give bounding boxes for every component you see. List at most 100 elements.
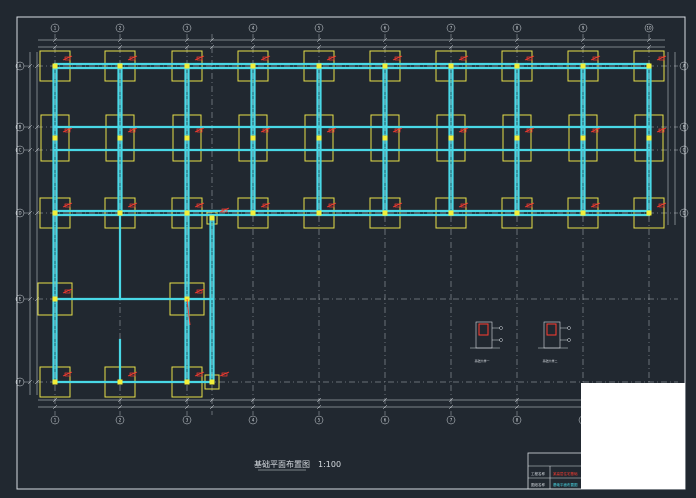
column [117, 210, 123, 216]
rebar-leader [326, 127, 337, 133]
rebar-leader [62, 288, 73, 294]
tb-project-label: 工程名称 [531, 471, 545, 476]
column [184, 63, 190, 69]
column [580, 210, 586, 216]
column [646, 135, 652, 141]
rebar-leader [62, 127, 73, 133]
column [52, 296, 58, 302]
column [117, 63, 123, 69]
column [448, 135, 454, 141]
rebar-leader [458, 202, 469, 208]
row-axis-label: C [683, 148, 686, 153]
column [448, 63, 454, 69]
column-axis-label: 7 [450, 26, 453, 31]
rebar-leader [656, 127, 667, 133]
column-axis-label: 3 [186, 26, 189, 31]
column-axis-label: 4 [252, 418, 255, 423]
column [382, 135, 388, 141]
rebar-leader [590, 127, 601, 133]
column-axis-label: 6 [384, 26, 387, 31]
rebar-leader [392, 202, 403, 208]
column [52, 135, 58, 141]
rebar-leader [127, 371, 138, 377]
drawing-scale: 1:100 [318, 460, 341, 469]
column-axis-label: 8 [516, 26, 519, 31]
rebar-leader [656, 202, 667, 208]
rebar-leader [326, 55, 337, 61]
row-axis-label: A [19, 64, 22, 69]
column [184, 210, 190, 216]
grade-beams [52, 62, 652, 384]
column [448, 210, 454, 216]
rebar-leader [194, 371, 205, 377]
column-axis-label: 10 [646, 26, 652, 31]
rebar-leader [260, 55, 271, 61]
rebar-leader [194, 127, 205, 133]
column [250, 210, 256, 216]
column [514, 210, 520, 216]
row-axis-label: B [19, 125, 22, 130]
column [117, 379, 123, 385]
column-axis-label: 5 [318, 418, 321, 423]
rebar-leader [62, 55, 73, 61]
column-axis-label: 5 [318, 26, 321, 31]
cad-viewport[interactable]: 1122334455667788991010AABBCCDDEF 基础大样一 基… [0, 0, 696, 498]
column-axis-label: 6 [384, 418, 387, 423]
dimension-lines [27, 37, 676, 410]
rebar-leader [656, 55, 667, 61]
rebar-leader [524, 202, 535, 208]
footing-detail-2: 基础大样二 [538, 321, 571, 363]
footing-pads [37, 50, 665, 398]
row-axis-label: D [682, 211, 685, 216]
column [209, 379, 215, 385]
rebar-leader [326, 202, 337, 208]
row-axis-label: A [683, 64, 686, 69]
column [580, 63, 586, 69]
column-axis-label: 7 [450, 418, 453, 423]
rebar-leader [127, 55, 138, 61]
column [316, 210, 322, 216]
column [184, 135, 190, 141]
rebar-leader [458, 127, 469, 133]
tb-drawing-label: 图纸名称 [531, 482, 545, 487]
column [646, 63, 652, 69]
tb-drawing-name: 基础平面布置图 [553, 482, 578, 487]
column-axis-label: 9 [582, 26, 585, 31]
column [52, 379, 58, 385]
column-axis-label: 2 [119, 26, 122, 31]
row-axis-label: F [19, 380, 22, 385]
column-axis-label: 1 [54, 418, 57, 423]
column [52, 210, 58, 216]
rebar-leader [590, 202, 601, 208]
column [250, 63, 256, 69]
column [117, 135, 123, 141]
rebar-leader [392, 55, 403, 61]
rebar-leader [392, 127, 403, 133]
tb-project-name: 某高层住宅基础 [553, 471, 578, 476]
blank-overlay-panel [581, 383, 685, 489]
column-axis-label: 4 [252, 26, 255, 31]
axis-bubbles: 1122334455667788991010AABBCCDDEF [15, 23, 689, 425]
columns [52, 63, 652, 385]
column [646, 210, 652, 216]
rebar-leader [62, 202, 73, 208]
rebar-leader [458, 55, 469, 61]
footing-detail-1: 基础大样一 [470, 321, 503, 363]
row-axis-label: D [18, 211, 21, 216]
rebar-leader [260, 127, 271, 133]
column-axis-label: 2 [119, 418, 122, 423]
rebar-leader [194, 288, 205, 294]
column-axis-label: 3 [186, 418, 189, 423]
column [514, 135, 520, 141]
column [514, 63, 520, 69]
row-axis-label: E [19, 297, 22, 302]
column [316, 63, 322, 69]
column [382, 63, 388, 69]
detail-label-1: 基础大样一 [474, 358, 489, 363]
row-axis-label: B [683, 125, 686, 130]
drawing-title-group: 基础平面布置图 1:100 [254, 459, 341, 471]
drawing-title: 基础平面布置图 [254, 459, 310, 469]
column [184, 379, 190, 385]
rebar-leader [524, 127, 535, 133]
rebar-leader [127, 127, 138, 133]
